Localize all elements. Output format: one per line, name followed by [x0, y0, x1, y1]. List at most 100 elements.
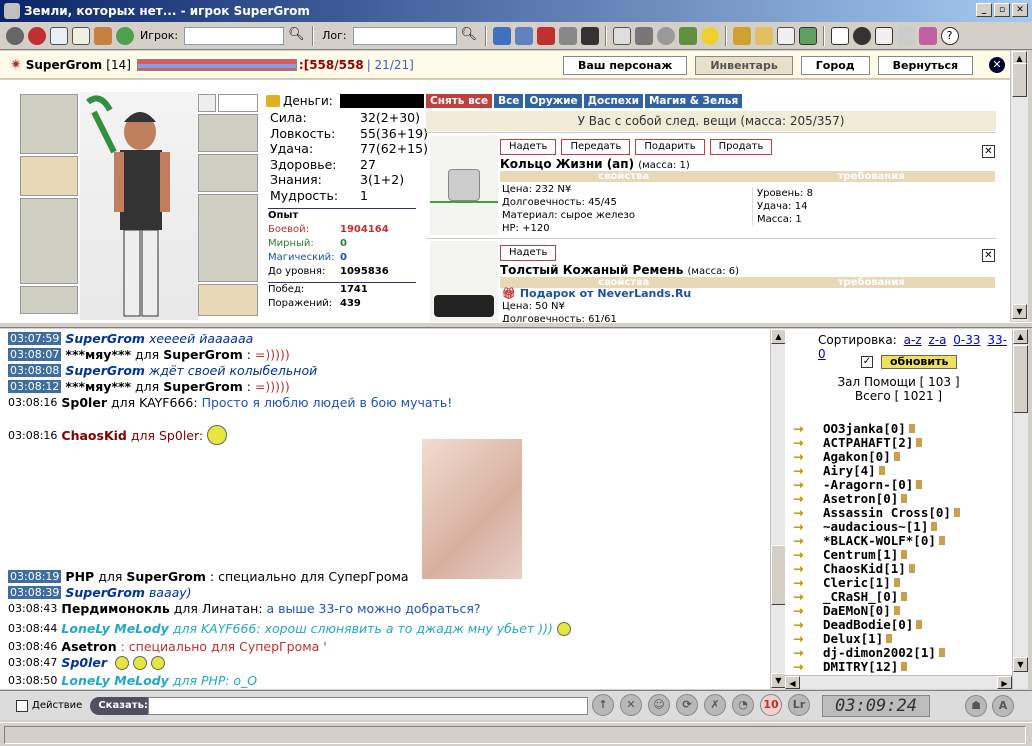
info-icon[interactable] — [931, 521, 938, 531]
tab-unequip-all[interactable]: Снять все — [426, 94, 493, 108]
say-input[interactable] — [148, 697, 588, 715]
user-row[interactable]: → DaEMoN[0] — [793, 603, 960, 618]
users-scroll-up[interactable]: ▲ — [1013, 329, 1028, 344]
info-icon[interactable] — [893, 577, 900, 587]
user-row[interactable]: → Delux[1] — [793, 631, 960, 646]
users-scroll-left[interactable]: ◀ — [785, 676, 800, 689]
private-arrow-icon[interactable]: → — [793, 533, 823, 548]
list-icon[interactable] — [514, 26, 533, 45]
refresh-chat-icon[interactable]: ⟳ — [676, 694, 698, 716]
window-icon[interactable] — [50, 26, 68, 45]
skull-icon[interactable] — [852, 26, 871, 45]
sort-za-link[interactable]: z-a — [928, 333, 946, 347]
message-nick[interactable]: Sp0ler — [61, 655, 107, 670]
user-name[interactable]: dj-dimon2002[1] — [823, 645, 936, 660]
user-name[interactable]: Centrum[1] — [823, 547, 898, 562]
chat-bubble-icon[interactable]: ◔ — [732, 694, 754, 716]
helmet-slot[interactable] — [20, 94, 78, 154]
table-icon[interactable] — [874, 26, 893, 45]
message-timestamp[interactable]: 03:08:08 — [8, 364, 62, 377]
ring-slot-small[interactable] — [198, 94, 216, 112]
potion-icon[interactable] — [754, 26, 773, 45]
info-icon[interactable] — [908, 423, 915, 433]
message-timestamp[interactable]: 03:08:43 — [8, 602, 57, 615]
sort-az-link[interactable]: a-z — [904, 333, 922, 347]
user-row[interactable]: → Cleric[1] — [793, 575, 960, 590]
castle-icon[interactable] — [558, 26, 577, 45]
users-scroll-down[interactable]: ▼ — [1013, 657, 1028, 672]
user-name[interactable]: DeadBodie[0] — [823, 617, 913, 632]
say-button[interactable]: Сказать: — [90, 696, 156, 715]
message-timestamp[interactable]: 03:08:47 — [8, 656, 57, 669]
user-name[interactable]: DaEMoN[0] — [823, 603, 891, 618]
bracers-slot[interactable] — [198, 154, 258, 192]
panel-splitter[interactable] — [0, 322, 1032, 328]
user-name[interactable]: DMITRY[12] — [823, 659, 898, 674]
private-arrow-icon[interactable]: → — [793, 547, 823, 562]
nav-city-button[interactable]: Город — [800, 56, 870, 75]
item-thumbnail[interactable] — [430, 241, 498, 322]
user-row[interactable]: → ~audacious~[1] — [793, 519, 960, 534]
info-icon[interactable] — [916, 619, 923, 629]
nav-character-button[interactable]: Ваш персонаж — [563, 56, 688, 75]
scroll-down-button[interactable]: ▼ — [1012, 304, 1027, 319]
close-window-button[interactable]: ✕ — [1012, 3, 1028, 17]
user-row[interactable]: → *BLACK-WOLF*[0] — [793, 533, 960, 548]
user-row[interactable]: → ChaosKid[1] — [793, 561, 960, 576]
belt-slot[interactable] — [20, 286, 78, 314]
search-icon[interactable]: 🔍︎ — [288, 27, 306, 45]
private-arrow-icon[interactable]: → — [793, 463, 823, 478]
level-badge[interactable]: 10 — [760, 694, 782, 716]
message-nick[interactable]: SuperGrom — [65, 331, 145, 346]
user-name[interactable]: _CRaSH_[0] — [823, 589, 898, 604]
message-nick[interactable]: LoneLy MeLody — [61, 621, 168, 636]
clover-icon[interactable] — [678, 26, 697, 45]
settings-icon[interactable] — [28, 26, 46, 45]
guild-icon[interactable] — [580, 26, 599, 45]
info-icon[interactable] — [908, 563, 915, 573]
user-name[interactable]: ChaosKid[1] — [823, 561, 906, 576]
rings-slot[interactable] — [198, 284, 258, 316]
tab-weapons[interactable]: Оружие — [525, 94, 582, 108]
user-name[interactable]: -Aragorn-[0] — [823, 477, 913, 492]
message-nick[interactable]: ChaosKid — [61, 428, 126, 443]
message-timestamp[interactable]: 03:08:12 — [8, 380, 62, 393]
player-input[interactable] — [184, 26, 285, 45]
smiley-icon[interactable] — [700, 26, 719, 45]
remove-item-icon[interactable]: ✕ — [982, 145, 995, 158]
user-name[interactable]: OO3janka[0] — [823, 421, 906, 436]
user-name[interactable]: ~audacious~[1] — [823, 519, 928, 534]
action-checkbox[interactable] — [16, 699, 28, 712]
gloves-slot[interactable] — [198, 114, 258, 152]
user-row[interactable]: → OO3janka[0] — [793, 421, 960, 436]
translit-icon[interactable]: Lr — [788, 694, 810, 716]
item-action-button[interactable]: Подарить — [635, 139, 705, 155]
item-action-button[interactable]: Надеть — [500, 139, 557, 155]
private-arrow-icon[interactable]: → — [793, 449, 823, 464]
record-icon[interactable] — [6, 26, 24, 45]
disk-icon[interactable] — [656, 26, 675, 45]
message-nick[interactable]: SuperGrom — [65, 585, 145, 600]
nav-back-button[interactable]: Вернуться — [877, 56, 974, 75]
info-icon[interactable] — [953, 507, 960, 517]
message-timestamp[interactable]: 03:08:19 — [8, 570, 62, 583]
users-scroll-right[interactable]: ▶ — [997, 676, 1012, 689]
info-icon[interactable] — [901, 591, 908, 601]
letter-a-icon[interactable]: A — [992, 695, 1014, 717]
item-action-button[interactable]: Передать — [561, 139, 631, 155]
info-icon[interactable] — [893, 605, 900, 615]
user-name[interactable]: Delux[1] — [823, 631, 883, 646]
private-arrow-icon[interactable]: → — [793, 575, 823, 590]
user-name[interactable]: Cleric[1] — [823, 575, 891, 590]
private-arrow-icon[interactable]: → — [793, 477, 823, 492]
message-timestamp[interactable]: 03:08:16 — [8, 429, 57, 442]
send-up-icon[interactable]: ↑ — [592, 694, 614, 716]
document-icon[interactable] — [776, 26, 795, 45]
tab-magic[interactable]: Магия & Зелья — [644, 94, 743, 108]
user-name[interactable]: Airy[4] — [823, 463, 876, 478]
log-input[interactable] — [352, 26, 457, 45]
message-nick[interactable]: ***мяу*** — [65, 347, 131, 362]
private-arrow-icon[interactable]: → — [793, 561, 823, 576]
minimize-button[interactable]: _ — [976, 3, 992, 17]
chat-scroll-thumb[interactable] — [771, 545, 786, 605]
